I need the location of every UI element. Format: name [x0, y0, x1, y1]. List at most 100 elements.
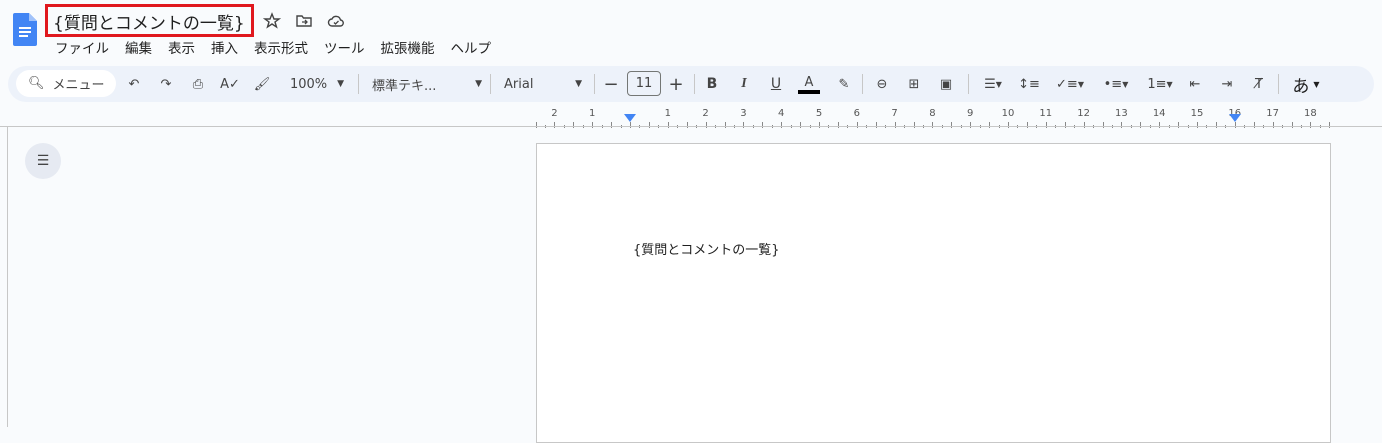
print-icon[interactable]: ⎙ — [188, 72, 208, 96]
highlight-color-icon[interactable]: ✎ — [834, 72, 854, 96]
horizontal-ruler[interactable]: 2 1 1 2 3 4 5 6 7 8 9 10 11 12 13 14 15 16 17 18 — [535, 108, 1336, 128]
ruler-tick — [1064, 122, 1066, 128]
ruler-tick — [630, 122, 631, 128]
ruler-tick — [781, 122, 783, 128]
increase-font-size-button[interactable]: + — [667, 72, 685, 96]
ruler-tick — [1159, 122, 1161, 128]
ruler-tick — [554, 122, 556, 128]
menu-search-input[interactable]: 🔍︎ メニュー — [16, 70, 116, 97]
ruler-number: 14 — [1152, 108, 1166, 119]
ruler-number: 10 — [1001, 108, 1015, 119]
ruler-tick — [856, 122, 858, 128]
ruler-number: 3 — [740, 108, 747, 119]
insert-image-icon[interactable]: ▣ — [936, 72, 956, 96]
ruler-tick — [1215, 122, 1217, 128]
ruler-number: 4 — [778, 108, 785, 119]
align-menu[interactable]: ☰ ▼ — [976, 72, 1010, 96]
underline-icon[interactable]: U — [766, 72, 786, 96]
divider — [358, 74, 359, 94]
ruler-tick — [1291, 122, 1293, 128]
ruler-number: 12 — [1077, 108, 1090, 119]
ruler-tick — [1178, 122, 1180, 128]
text-color-icon[interactable]: A — [798, 72, 820, 96]
vertical-ruler[interactable] — [0, 127, 8, 427]
ruler-number: 2 — [702, 108, 709, 119]
ruler-number: 1 — [589, 108, 596, 119]
decrease-indent-icon[interactable]: ⇤ — [1184, 72, 1206, 96]
insert-link-icon[interactable]: ⊖ — [872, 72, 892, 96]
document-page[interactable]: {質問とコメントの一覧} — [536, 143, 1331, 443]
style-value: 標準テキ... — [372, 78, 437, 94]
undo-icon[interactable]: ↶ — [124, 72, 144, 96]
bulleted-list-menu[interactable]: •≡ ▼ — [1096, 72, 1136, 96]
document-outline-button[interactable]: ☰ — [25, 143, 61, 179]
ruler-number: 11 — [1039, 108, 1053, 119]
ruler-tick — [875, 122, 877, 128]
line-spacing-icon[interactable]: ↕≡ — [1018, 72, 1040, 96]
italic-icon[interactable]: I — [734, 72, 754, 96]
menu-file[interactable]: ファイル — [55, 37, 109, 57]
menu-view[interactable]: 表示 — [168, 37, 195, 57]
ruler-tick — [1045, 122, 1047, 128]
divider — [490, 74, 491, 94]
ruler-tick — [705, 122, 707, 128]
decrease-font-size-button[interactable]: − — [602, 72, 620, 96]
numbered-list-menu[interactable]: 1≡ ▼ — [1140, 72, 1180, 96]
ruler-tick — [667, 122, 669, 128]
checklist-menu[interactable]: ✓≡ ▼ — [1050, 72, 1090, 96]
ruler-number: 15 — [1190, 108, 1204, 119]
ruler-tick — [1197, 122, 1198, 128]
font-value: Arial — [504, 76, 534, 92]
docs-logo-icon[interactable] — [13, 13, 37, 46]
zoom-value: 100% — [289, 76, 328, 92]
ruler-tick — [894, 122, 896, 128]
zoom-select[interactable]: 100% ▼ — [284, 72, 350, 96]
right-indent-marker[interactable] — [1228, 114, 1241, 122]
ruler-tick — [1272, 122, 1274, 128]
document-title[interactable]: {質問とコメントの一覧} — [53, 9, 245, 34]
input-tools-menu[interactable]: あ ▼ — [1286, 72, 1326, 97]
ruler-tick — [573, 122, 575, 128]
clear-formatting-icon[interactable]: T̸ — [1248, 72, 1270, 96]
cloud-saved-icon[interactable] — [327, 12, 345, 30]
paint-format-icon[interactable]: 🖌︎ — [252, 72, 272, 96]
ruler-number: 9 — [967, 108, 974, 119]
spellcheck-icon[interactable]: A✓ — [220, 72, 240, 96]
ruler-tick — [819, 122, 820, 128]
menu-help[interactable]: ヘルプ — [451, 37, 492, 57]
menu-edit[interactable]: 編集 — [125, 37, 152, 57]
divider — [594, 74, 595, 94]
ruler-number: 8 — [929, 108, 936, 119]
move-folder-icon[interactable] — [295, 12, 313, 30]
ruler-number: 6 — [853, 108, 860, 119]
ruler-tick — [1234, 122, 1236, 128]
ruler-tick — [951, 122, 953, 128]
menu-extensions[interactable]: 拡張機能 — [381, 37, 435, 57]
star-icon[interactable] — [262, 12, 282, 30]
left-indent-marker[interactable] — [624, 114, 636, 122]
ruler-number: 7 — [891, 108, 898, 119]
bold-icon[interactable]: B — [702, 72, 722, 96]
ruler-tick — [1026, 122, 1028, 128]
document-body-text[interactable]: {質問とコメントの一覧} — [633, 239, 780, 258]
ruler-tick — [913, 122, 915, 128]
divider — [1278, 74, 1279, 94]
add-comment-icon[interactable]: ⊞ — [904, 72, 924, 96]
font-select[interactable]: Arial ▼ — [504, 72, 582, 96]
chevron-down-icon: ▼ — [575, 79, 582, 89]
ruler-tick — [535, 122, 537, 128]
menu-format[interactable]: 表示形式 — [254, 37, 308, 57]
ruler-number: 2 — [551, 108, 558, 119]
ruler-number: 5 — [815, 108, 823, 119]
redo-icon[interactable]: ↷ — [156, 72, 176, 96]
font-size-input[interactable]: 11 — [627, 71, 661, 96]
ruler-tick — [592, 122, 594, 128]
ruler-number: 18 — [1304, 108, 1317, 119]
chevron-down-icon: ▼ — [475, 79, 482, 89]
menu-insert[interactable]: 挿入 — [211, 37, 238, 57]
search-icon: 🔍︎ — [28, 76, 45, 91]
menu-tools[interactable]: ツール — [324, 37, 365, 57]
ruler-number: 1 — [664, 108, 671, 119]
style-select[interactable]: 標準テキ... ▼ — [372, 72, 482, 96]
increase-indent-icon[interactable]: ⇥ — [1216, 72, 1238, 96]
